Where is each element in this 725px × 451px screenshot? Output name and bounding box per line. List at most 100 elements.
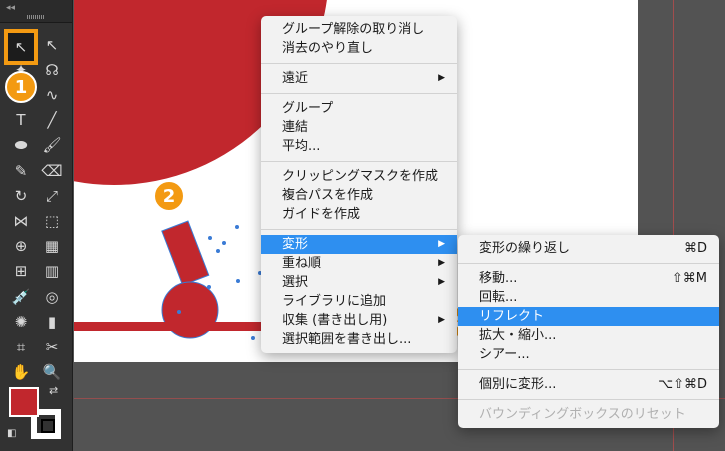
- free-transform-tool-icon[interactable]: ⬚: [40, 211, 64, 231]
- type-tool-icon[interactable]: T: [9, 111, 33, 131]
- ellipse-tool-icon[interactable]: ⬬: [9, 136, 33, 156]
- transform-submenu: 変形の繰り返し ⌘D 移動... ⇧⌘M 回転... リフレクト拡大・縮小... シアー..…: [458, 235, 719, 428]
- context-menu-item-label: 平均...: [282, 139, 321, 154]
- transform-submenu-item[interactable]: 移動... ⇧⌘M: [458, 269, 719, 288]
- shortcut-label: ⇧⌘M: [671, 271, 707, 286]
- submenu-arrow-icon: ▶: [438, 315, 445, 325]
- transform-submenu-item[interactable]: 個別に変形... ⌥⇧⌘D: [458, 375, 719, 394]
- context-menu-item[interactable]: 重ね順 ▶: [261, 254, 457, 273]
- scale-tool-icon[interactable]: ⤢: [40, 186, 64, 206]
- context-menu-item[interactable]: 変形 ▶: [261, 235, 457, 254]
- transform-submenu-item[interactable]: リフレクト: [458, 307, 719, 326]
- menu-separator: [261, 93, 457, 94]
- selected-rectangle-shape[interactable]: [161, 221, 209, 286]
- selection-tool-icon[interactable]: ↖: [4, 29, 38, 65]
- transform-submenu-item-label: 拡大・縮小...: [479, 328, 557, 343]
- menu-separator: [458, 263, 719, 264]
- submenu-arrow-icon: ▶: [438, 73, 445, 83]
- menu-separator: [458, 369, 719, 370]
- context-menu-item-label: ガイドを作成: [282, 207, 361, 222]
- transform-submenu-item-label: リフレクト: [479, 309, 545, 324]
- lasso-tool-icon[interactable]: ☊: [40, 60, 64, 80]
- context-menu-item-label: グループ解除の取り消し: [282, 22, 425, 37]
- rotate-tool-icon[interactable]: ↻: [9, 186, 33, 206]
- stroke-none-indicator: [41, 419, 55, 433]
- context-menu-item[interactable]: 消去のやり直し: [261, 39, 457, 58]
- fill-color-swatch[interactable]: [9, 387, 39, 417]
- swap-fill-stroke-icon[interactable]: ⇄: [49, 384, 58, 397]
- symbol-sprayer-tool-icon[interactable]: ✺: [9, 312, 33, 332]
- perspective-grid-tool-icon[interactable]: ▦: [40, 237, 64, 257]
- context-menu-item[interactable]: 選択範囲を書き出し...: [261, 330, 457, 349]
- context-menu: グループ解除の取り消し 消去のやり直し 遠近 ▶ グループ連結平均... クリッピングマス…: [261, 16, 457, 353]
- context-menu-item-label: 選択: [282, 275, 309, 290]
- anchor-point-handle[interactable]: [177, 310, 181, 314]
- transform-submenu-item-label: シアー...: [479, 347, 530, 362]
- transform-submenu-item[interactable]: 回転...: [458, 288, 719, 307]
- submenu-arrow-icon: ▶: [438, 258, 445, 268]
- context-menu-item[interactable]: 平均...: [261, 137, 457, 156]
- anchor-point-handle[interactable]: [208, 236, 212, 240]
- direct-selection-tool-icon[interactable]: ↖: [40, 35, 64, 55]
- shaper-tool-icon[interactable]: ✎: [9, 161, 33, 181]
- transform-submenu-item-label: 回転...: [479, 290, 518, 305]
- curvature-tool-icon[interactable]: ∿: [40, 85, 64, 105]
- artboard-tool-icon[interactable]: ⌗: [9, 337, 33, 357]
- context-menu-item[interactable]: 複合パスを作成: [261, 186, 457, 205]
- context-menu-item[interactable]: ガイドを作成: [261, 205, 457, 224]
- anchor-point-handle[interactable]: [207, 285, 211, 289]
- shortcut-label: ⌘D: [683, 241, 707, 256]
- context-menu-item-label: 重ね順: [282, 256, 322, 271]
- column-graph-tool-icon[interactable]: ▮: [40, 312, 64, 332]
- context-menu-item-label: 選択範囲を書き出し...: [282, 332, 412, 347]
- anchor-point-handle[interactable]: [251, 336, 255, 340]
- shape-builder-tool-icon[interactable]: ⊕: [9, 237, 33, 257]
- tools-panel-header: ◂◂: [0, 0, 72, 23]
- anchor-point-handle[interactable]: [236, 279, 240, 283]
- paintbrush-tool-icon[interactable]: 🖌: [40, 136, 64, 156]
- width-tool-icon[interactable]: ⋈: [9, 211, 33, 231]
- hand-tool-icon[interactable]: ✋: [9, 363, 33, 383]
- anchor-point-handle[interactable]: [222, 241, 226, 245]
- blend-tool-icon[interactable]: ◎: [40, 287, 64, 307]
- context-menu-item[interactable]: グループ解除の取り消し: [261, 20, 457, 39]
- menu-separator: [261, 229, 457, 230]
- transform-submenu-item-label: 変形の繰り返し: [479, 241, 571, 256]
- panel-grip[interactable]: [27, 15, 45, 19]
- context-menu-item[interactable]: ライブラリに追加: [261, 292, 457, 311]
- slice-tool-icon[interactable]: ✂: [40, 337, 64, 357]
- transform-submenu-item[interactable]: シアー...: [458, 345, 719, 364]
- eyedropper-tool-icon[interactable]: 💉: [9, 287, 33, 307]
- mesh-tool-icon[interactable]: ⊞: [9, 262, 33, 282]
- anchor-point-handle[interactable]: [235, 225, 239, 229]
- line-segment-tool-icon[interactable]: ╱: [40, 111, 64, 131]
- zoom-tool-icon[interactable]: 🔍: [40, 363, 64, 383]
- gradient-tool-icon[interactable]: ▥: [40, 262, 64, 282]
- eraser-tool-icon[interactable]: ⌫: [40, 161, 64, 181]
- context-menu-item-label: クリッピングマスクを作成: [282, 169, 439, 184]
- shortcut-label: ⌥⇧⌘D: [658, 377, 707, 392]
- context-menu-item-label: 変形: [282, 237, 309, 252]
- menu-separator: [458, 399, 719, 400]
- transform-submenu-item[interactable]: 変形の繰り返し ⌘D: [458, 239, 719, 258]
- context-menu-item-label: 連結: [282, 120, 309, 135]
- tools-panel: ◂◂ ↖↖✦☊✒∿T╱⬬🖌✎⌫↻⤢⋈⬚⊕▦⊞▥💉◎✺▮⌗✂✋🔍 ⇄ ◧: [0, 0, 73, 451]
- collapse-panel-icon[interactable]: ◂◂: [6, 3, 15, 13]
- context-menu-item-label: 消去のやり直し: [282, 41, 374, 56]
- step-badge-1: 1: [5, 71, 37, 103]
- transform-submenu-item[interactable]: 拡大・縮小...: [458, 326, 719, 345]
- default-fill-stroke-icon[interactable]: ◧: [7, 428, 16, 439]
- context-menu-item[interactable]: 収集 (書き出し用) ▶: [261, 311, 457, 330]
- menu-separator: [261, 63, 457, 64]
- context-menu-item-label: 遠近: [282, 71, 309, 86]
- transform-submenu-item-label: 個別に変形...: [479, 377, 557, 392]
- context-menu-item[interactable]: 連結: [261, 118, 457, 137]
- context-menu-item[interactable]: 遠近 ▶: [261, 69, 457, 88]
- context-menu-item[interactable]: 選択 ▶: [261, 273, 457, 292]
- transform-submenu-item-label: バウンディングボックスのリセット: [479, 407, 686, 422]
- context-menu-item[interactable]: グループ: [261, 99, 457, 118]
- context-menu-item[interactable]: クリッピングマスクを作成: [261, 167, 457, 186]
- anchor-point-handle[interactable]: [216, 249, 220, 253]
- context-menu-item-label: グループ: [282, 101, 334, 116]
- context-menu-item-label: 収集 (書き出し用): [282, 313, 388, 328]
